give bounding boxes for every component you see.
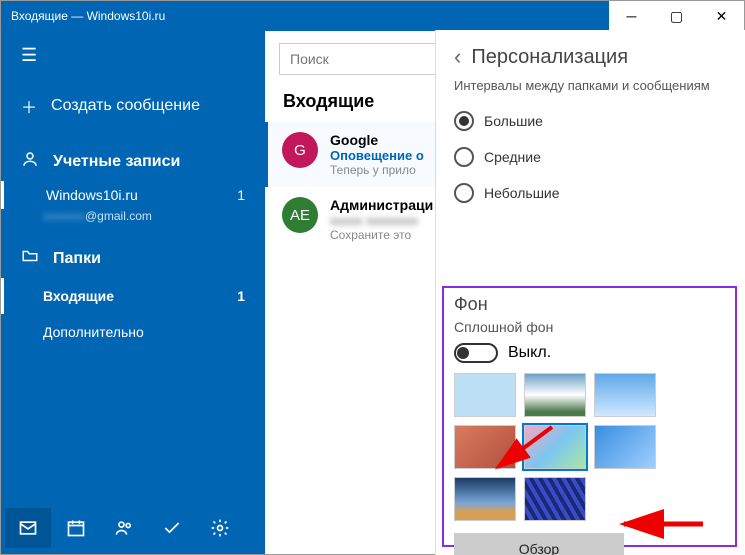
mail-icon[interactable] xyxy=(5,508,51,548)
toggle-track xyxy=(454,343,498,363)
folder-inbox[interactable]: Входящие 1 xyxy=(1,278,265,314)
bg-thumb[interactable] xyxy=(524,373,586,417)
bg-thumb[interactable] xyxy=(524,477,586,521)
people-icon[interactable] xyxy=(101,508,147,548)
back-icon[interactable]: ‹ xyxy=(454,44,461,70)
compose-button[interactable]: ＋ Создать сообщение xyxy=(1,80,265,132)
settings-icon[interactable] xyxy=(197,508,243,548)
folders-header[interactable]: Папки xyxy=(1,229,265,278)
folder-more[interactable]: Дополнительно xyxy=(1,314,265,350)
radio-icon xyxy=(454,183,474,203)
panel-title: Персонализация xyxy=(471,46,628,69)
sidebar: ☰ ＋ Создать сообщение Учетные записи Win… xyxy=(1,31,265,554)
plus-icon: ＋ xyxy=(21,94,37,118)
window-title: Входящие — Windows10i.ru xyxy=(11,9,165,23)
radio-medium[interactable]: Средние xyxy=(454,139,727,175)
radio-icon xyxy=(454,147,474,167)
accounts-header[interactable]: Учетные записи xyxy=(1,132,265,181)
folder-icon xyxy=(21,247,39,270)
calendar-icon[interactable] xyxy=(53,508,99,548)
radio-small[interactable]: Небольшие xyxy=(454,175,727,211)
bg-solid-label: Сплошной фон xyxy=(454,319,725,335)
bottom-bar xyxy=(1,502,265,554)
toggle-label: Выкл. xyxy=(508,344,551,362)
spacing-label: Интервалы между папками и сообщениям xyxy=(454,78,727,93)
radio-icon xyxy=(454,111,474,131)
background-section: Фон Сплошной фон Выкл. Обзор xyxy=(442,286,737,547)
bg-thumb[interactable] xyxy=(594,425,656,469)
bg-thumb-selected[interactable] xyxy=(524,425,586,469)
account-badge: 1 xyxy=(237,187,245,203)
bg-thumb[interactable] xyxy=(454,477,516,521)
bg-thumbnails xyxy=(454,373,725,521)
hamburger-icon[interactable]: ☰ xyxy=(1,31,265,80)
radio-large[interactable]: Большие xyxy=(454,103,727,139)
bg-thumb[interactable] xyxy=(454,373,516,417)
titlebar: Входящие — Windows10i.ru ─ ▢ ✕ xyxy=(1,1,744,31)
account-item[interactable]: Windows10i.ru 1 xyxy=(1,181,265,209)
minimize-button[interactable]: ─ xyxy=(609,1,654,31)
maximize-button[interactable]: ▢ xyxy=(654,1,699,31)
bg-thumb[interactable] xyxy=(454,425,516,469)
avatar: G xyxy=(282,132,318,168)
account-email: xxxxxxx@gmail.com xyxy=(1,209,265,229)
browse-button[interactable]: Обзор xyxy=(454,533,624,555)
person-icon xyxy=(21,150,39,173)
todo-icon[interactable] xyxy=(149,508,195,548)
bg-title: Фон xyxy=(454,294,725,315)
avatar: АЕ xyxy=(282,197,318,233)
close-button[interactable]: ✕ xyxy=(699,1,744,31)
bg-thumb[interactable] xyxy=(594,373,656,417)
bg-toggle[interactable]: Выкл. xyxy=(454,343,725,363)
personalization-panel: ‹ Персонализация Интервалы между папками… xyxy=(435,30,745,555)
compose-label: Создать сообщение xyxy=(51,97,200,115)
